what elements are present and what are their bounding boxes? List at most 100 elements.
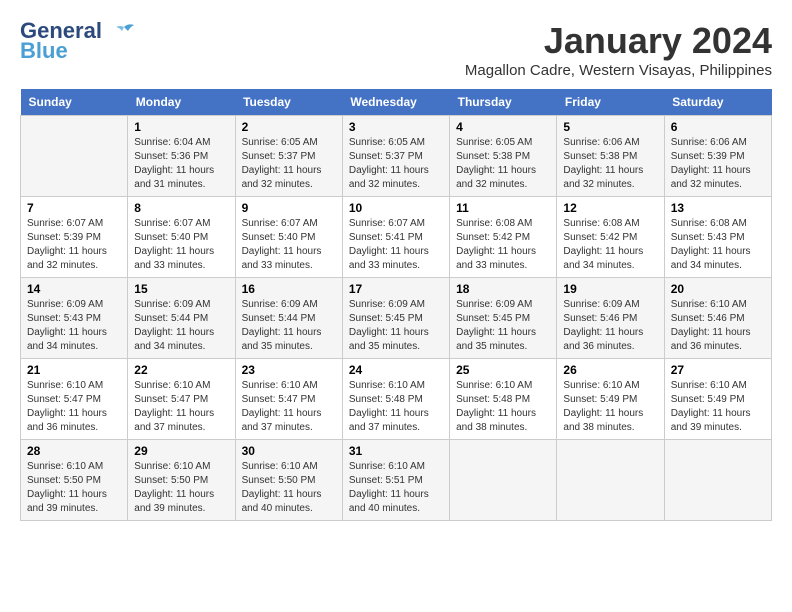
calendar-cell: 30Sunrise: 6:10 AMSunset: 5:50 PMDayligh… [235,440,342,521]
calendar-cell: 3 Sunrise: 6:05 AMSunset: 5:37 PMDaylight… [342,116,449,197]
calendar-cell: 5 Sunrise: 6:06 AMSunset: 5:38 PMDaylight… [557,116,664,197]
day-content: Sunrise: 6:07 AMSunset: 5:40 PMDaylight:… [134,217,228,273]
calendar-cell: 20 Sunrise: 6:10 AMSunset: 5:46 PMDayligh… [664,278,771,359]
day-number: 1 [134,120,228,134]
day-number: 2 [242,120,336,134]
calendar-cell: 15Sunrise: 6:09 AMSunset: 5:44 PMDayligh… [128,278,235,359]
day-content: Sunrise: 6:08 AMSunset: 5:42 PMDaylight:… [456,217,550,273]
day-content: Sunrise: 6:10 AMSunset: 5:46 PMDaylight:… [671,298,765,354]
logo-bird-icon [110,23,138,41]
calendar-cell: 12 Sunrise: 6:08 AMSunset: 5:42 PMDayligh… [557,197,664,278]
day-content: Sunrise: 6:10 AMSunset: 5:47 PMDaylight:… [134,379,228,435]
calendar-week-row: 1 Sunrise: 6:04 AMSunset: 5:36 PMDaylight… [21,116,772,197]
day-number: 8 [134,201,228,215]
calendar-cell: 2 Sunrise: 6:05 AMSunset: 5:37 PMDaylight… [235,116,342,197]
day-content: Sunrise: 6:10 AMSunset: 5:48 PMDaylight:… [349,379,443,435]
calendar-cell: 8 Sunrise: 6:07 AMSunset: 5:40 PMDaylight… [128,197,235,278]
calendar-cell: 18 Sunrise: 6:09 AMSunset: 5:45 PMDayligh… [450,278,557,359]
calendar-cell [664,440,771,521]
calendar-cell [450,440,557,521]
calendar-cell: 16 Sunrise: 6:09 AMSunset: 5:44 PMDayligh… [235,278,342,359]
day-content: Sunrise: 6:05 AMSunset: 5:37 PMDaylight:… [242,136,336,192]
day-content: Sunrise: 6:09 AMSunset: 5:46 PMDaylight:… [563,298,657,354]
calendar-header-row: Sunday Monday Tuesday Wednesday Thursday… [21,89,772,116]
day-number: 10 [349,201,443,215]
calendar-cell [557,440,664,521]
calendar-cell: 29 Sunrise: 6:10 AMSunset: 5:50 PMDayligh… [128,440,235,521]
calendar-cell: 6Sunrise: 6:06 AMSunset: 5:39 PMDaylight… [664,116,771,197]
day-number: 22 [134,363,228,377]
location-subtitle: Magallon Cadre, Western Visayas, Philipp… [465,62,772,79]
calendar-cell: 9 Sunrise: 6:07 AMSunset: 5:40 PMDaylight… [235,197,342,278]
calendar-cell: 19Sunrise: 6:09 AMSunset: 5:46 PMDayligh… [557,278,664,359]
day-number: 27 [671,363,765,377]
day-number: 14 [27,282,121,296]
calendar-cell: 28Sunrise: 6:10 AMSunset: 5:50 PMDayligh… [21,440,128,521]
day-number: 3 [349,120,443,134]
day-number: 4 [456,120,550,134]
header-tuesday: Tuesday [235,89,342,116]
day-number: 26 [563,363,657,377]
day-content: Sunrise: 6:10 AMSunset: 5:49 PMDaylight:… [563,379,657,435]
calendar-cell: 22 Sunrise: 6:10 AMSunset: 5:47 PMDayligh… [128,359,235,440]
day-number: 13 [671,201,765,215]
calendar-cell: 21Sunrise: 6:10 AMSunset: 5:47 PMDayligh… [21,359,128,440]
day-content: Sunrise: 6:10 AMSunset: 5:51 PMDaylight:… [349,460,443,516]
day-number: 7 [27,201,121,215]
day-number: 30 [242,444,336,458]
logo-blue: Blue [20,38,68,64]
calendar-cell: 4 Sunrise: 6:05 AMSunset: 5:38 PMDaylight… [450,116,557,197]
day-content: Sunrise: 6:10 AMSunset: 5:47 PMDaylight:… [242,379,336,435]
month-year-title: January 2024 [465,20,772,62]
day-content: Sunrise: 6:08 AMSunset: 5:42 PMDaylight:… [563,217,657,273]
day-number: 16 [242,282,336,296]
header-sunday: Sunday [21,89,128,116]
day-content: Sunrise: 6:05 AMSunset: 5:37 PMDaylight:… [349,136,443,192]
day-content: Sunrise: 6:05 AMSunset: 5:38 PMDaylight:… [456,136,550,192]
calendar-cell: 27Sunrise: 6:10 AMSunset: 5:49 PMDayligh… [664,359,771,440]
day-content: Sunrise: 6:10 AMSunset: 5:48 PMDaylight:… [456,379,550,435]
calendar-cell: 1 Sunrise: 6:04 AMSunset: 5:36 PMDaylight… [128,116,235,197]
day-number: 25 [456,363,550,377]
calendar-cell: 10 Sunrise: 6:07 AMSunset: 5:41 PMDayligh… [342,197,449,278]
header-wednesday: Wednesday [342,89,449,116]
calendar-week-row: 7Sunrise: 6:07 AMSunset: 5:39 PMDaylight… [21,197,772,278]
page-header: General Blue January 2024 Magallon Cadre… [20,20,772,79]
day-content: Sunrise: 6:10 AMSunset: 5:50 PMDaylight:… [27,460,121,516]
day-number: 9 [242,201,336,215]
day-content: Sunrise: 6:09 AMSunset: 5:45 PMDaylight:… [349,298,443,354]
calendar-cell: 11 Sunrise: 6:08 AMSunset: 5:42 PMDayligh… [450,197,557,278]
day-content: Sunrise: 6:09 AMSunset: 5:43 PMDaylight:… [27,298,121,354]
day-content: Sunrise: 6:04 AMSunset: 5:36 PMDaylight:… [134,136,228,192]
day-content: Sunrise: 6:09 AMSunset: 5:44 PMDaylight:… [242,298,336,354]
day-content: Sunrise: 6:07 AMSunset: 5:41 PMDaylight:… [349,217,443,273]
day-number: 17 [349,282,443,296]
header-saturday: Saturday [664,89,771,116]
day-number: 12 [563,201,657,215]
calendar-week-row: 28Sunrise: 6:10 AMSunset: 5:50 PMDayligh… [21,440,772,521]
calendar-table: Sunday Monday Tuesday Wednesday Thursday… [20,89,772,521]
calendar-cell: 26 Sunrise: 6:10 AMSunset: 5:49 PMDayligh… [557,359,664,440]
day-number: 31 [349,444,443,458]
calendar-cell [21,116,128,197]
calendar-cell: 24Sunrise: 6:10 AMSunset: 5:48 PMDayligh… [342,359,449,440]
day-content: Sunrise: 6:09 AMSunset: 5:45 PMDaylight:… [456,298,550,354]
header-monday: Monday [128,89,235,116]
day-content: Sunrise: 6:06 AMSunset: 5:38 PMDaylight:… [563,136,657,192]
calendar-cell: 31 Sunrise: 6:10 AMSunset: 5:51 PMDayligh… [342,440,449,521]
day-number: 15 [134,282,228,296]
header-thursday: Thursday [450,89,557,116]
day-number: 29 [134,444,228,458]
day-content: Sunrise: 6:06 AMSunset: 5:39 PMDaylight:… [671,136,765,192]
calendar-cell: 7Sunrise: 6:07 AMSunset: 5:39 PMDaylight… [21,197,128,278]
calendar-cell: 13Sunrise: 6:08 AMSunset: 5:43 PMDayligh… [664,197,771,278]
calendar-cell: 17 Sunrise: 6:09 AMSunset: 5:45 PMDayligh… [342,278,449,359]
day-number: 20 [671,282,765,296]
day-content: Sunrise: 6:10 AMSunset: 5:50 PMDaylight:… [134,460,228,516]
day-number: 5 [563,120,657,134]
day-number: 11 [456,201,550,215]
calendar-cell: 23Sunrise: 6:10 AMSunset: 5:47 PMDayligh… [235,359,342,440]
day-content: Sunrise: 6:07 AMSunset: 5:40 PMDaylight:… [242,217,336,273]
day-number: 18 [456,282,550,296]
logo: General Blue [20,20,138,64]
